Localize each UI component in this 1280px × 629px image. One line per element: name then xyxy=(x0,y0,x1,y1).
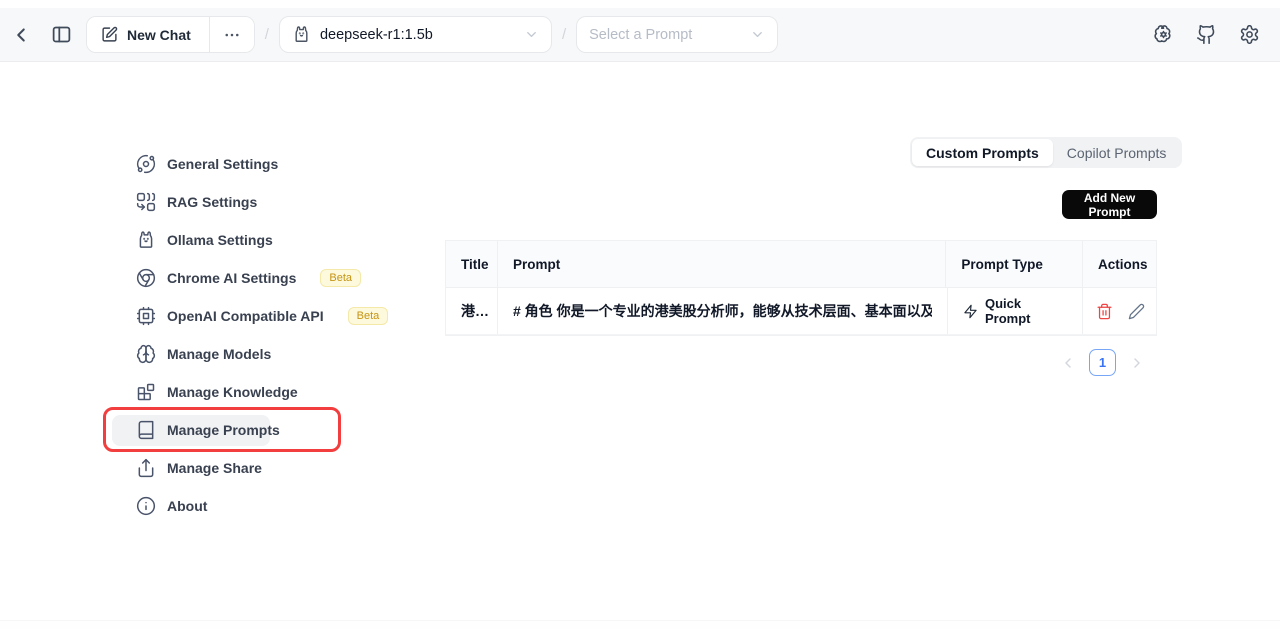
prompt-text-cell: # 角色 你是一个专业的港美股分析师，能够从技术层面、基本面以及同行业… xyxy=(513,301,932,321)
brain-cog-icon xyxy=(1153,24,1174,45)
topbar-actions xyxy=(1148,20,1264,50)
bottom-divider xyxy=(0,620,1280,629)
prompt-select-placeholder: Select a Prompt xyxy=(589,27,692,43)
orbit-icon xyxy=(136,154,156,174)
edit-prompt-button[interactable] xyxy=(1128,303,1145,320)
sidebar-item-label: Manage Prompts xyxy=(167,422,280,438)
sidebar-item-chrome-ai-settings[interactable]: Chrome AI Settings Beta xyxy=(112,259,362,297)
chevron-down-icon xyxy=(750,27,765,42)
prompts-tab-switcher: Custom Prompts Copilot Prompts xyxy=(910,137,1182,168)
knowledge-brain-button[interactable] xyxy=(1148,20,1178,50)
top-strip xyxy=(0,0,1280,8)
prompts-table: Title Prompt Prompt Type Actions 港… # 角色… xyxy=(445,240,1157,336)
new-chat-button[interactable]: New Chat xyxy=(87,17,209,52)
zap-icon xyxy=(963,304,978,319)
panel-left-icon xyxy=(51,24,72,45)
gear-icon xyxy=(1239,24,1260,45)
table-row: 港… # 角色 你是一个专业的港美股分析师，能够从技术层面、基本面以及同行业… … xyxy=(446,288,1156,335)
sidebar-item-rag-settings[interactable]: RAG Settings xyxy=(112,183,362,221)
column-header-prompt-type: Prompt Type xyxy=(961,257,1043,272)
sidebar-item-label: Manage Models xyxy=(167,346,271,362)
new-chat-label: New Chat xyxy=(127,27,191,43)
tab-custom-prompts[interactable]: Custom Prompts xyxy=(912,139,1053,166)
settings-button[interactable] xyxy=(1234,20,1264,50)
chevron-right-icon xyxy=(1129,355,1145,371)
sidebar-item-manage-prompts[interactable]: Manage Prompts xyxy=(112,415,270,446)
sidebar-item-label: OpenAI Compatible API xyxy=(167,308,324,324)
trash-icon xyxy=(1096,303,1113,320)
tab-copilot-prompts[interactable]: Copilot Prompts xyxy=(1053,139,1181,166)
square-pen-icon xyxy=(101,26,118,43)
page-number-button[interactable]: 1 xyxy=(1089,349,1116,376)
sidebar-item-ollama-settings[interactable]: Ollama Settings xyxy=(112,221,362,259)
blocks-icon xyxy=(136,382,156,402)
delete-prompt-button[interactable] xyxy=(1096,303,1113,320)
share-icon xyxy=(136,458,156,478)
sidebar-item-manage-knowledge[interactable]: Manage Knowledge xyxy=(112,373,362,411)
prompt-select[interactable]: Select a Prompt xyxy=(576,16,778,53)
sidebar-item-manage-share[interactable]: Manage Share xyxy=(112,449,362,487)
prompt-type-cell: Quick Prompt xyxy=(948,288,1083,334)
cpu-icon xyxy=(136,306,156,326)
toggle-sidebar-button[interactable] xyxy=(46,20,76,50)
book-icon xyxy=(136,420,156,440)
column-header-prompt: Prompt xyxy=(513,257,560,272)
sidebar-item-openai-compatible-api[interactable]: OpenAI Compatible API Beta xyxy=(112,297,362,335)
sidebar-item-label: General Settings xyxy=(167,156,278,172)
model-select[interactable]: deepseek-r1:1.5b xyxy=(279,16,552,53)
path-separator: / xyxy=(562,26,566,43)
table-header-row: Title Prompt Prompt Type Actions xyxy=(446,241,1156,288)
actions-cell xyxy=(1083,288,1156,334)
add-new-prompt-button[interactable]: Add New Prompt xyxy=(1062,190,1157,219)
previous-page-button[interactable] xyxy=(1060,355,1076,371)
brain-icon xyxy=(136,344,156,364)
prompt-title-cell: 港… xyxy=(461,301,489,321)
sidebar-item-label: RAG Settings xyxy=(167,194,257,210)
prompt-type-label: Quick Prompt xyxy=(985,296,1067,326)
chevron-left-icon xyxy=(10,24,32,46)
sidebar-item-manage-models[interactable]: Manage Models xyxy=(112,335,362,373)
settings-sidebar: General Settings RAG Settings Ollama Set… xyxy=(100,145,362,525)
info-icon xyxy=(136,496,156,516)
more-options-button[interactable] xyxy=(210,17,254,52)
next-page-button[interactable] xyxy=(1129,355,1145,371)
chevron-left-icon xyxy=(1060,355,1076,371)
llama-icon xyxy=(292,25,311,44)
sidebar-item-label: About xyxy=(167,498,207,514)
github-link-button[interactable] xyxy=(1191,20,1221,50)
column-header-actions: Actions xyxy=(1098,257,1148,272)
chrome-icon xyxy=(136,268,156,288)
sidebar-item-about[interactable]: About xyxy=(112,487,362,525)
chevron-down-icon xyxy=(524,27,539,42)
sidebar-item-label: Manage Share xyxy=(167,460,262,476)
sidebar-item-label: Ollama Settings xyxy=(167,232,273,248)
sidebar-item-general-settings[interactable]: General Settings xyxy=(112,145,362,183)
llama-icon xyxy=(136,230,156,250)
back-button[interactable] xyxy=(6,20,36,50)
sidebar-item-label: Manage Knowledge xyxy=(167,384,298,400)
new-chat-button-group: New Chat xyxy=(86,16,255,53)
github-icon xyxy=(1196,24,1217,45)
pencil-icon xyxy=(1128,303,1145,320)
beta-badge: Beta xyxy=(320,269,361,287)
path-separator: / xyxy=(265,26,269,43)
sidebar-item-label: Chrome AI Settings xyxy=(167,270,296,286)
ellipsis-icon xyxy=(223,26,241,44)
pagination: 1 xyxy=(1060,349,1145,376)
beta-badge: Beta xyxy=(348,307,389,325)
column-header-title: Title xyxy=(461,257,489,272)
model-select-value: deepseek-r1:1.5b xyxy=(320,27,433,43)
top-navigation-bar: New Chat / deepseek-r1:1.5b / Select a P… xyxy=(0,8,1280,62)
combine-icon xyxy=(136,192,156,212)
